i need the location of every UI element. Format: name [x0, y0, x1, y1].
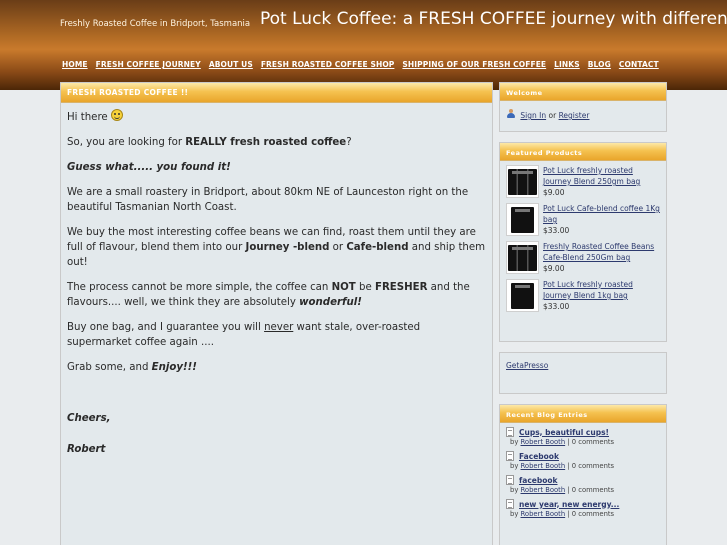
- paragraph-roastery: We are a small roastery in Bridport, abo…: [67, 187, 469, 213]
- smiley-icon: [110, 109, 123, 121]
- product-link[interactable]: Pot Luck Cafe-blend coffee 1Kg bag: [543, 204, 660, 224]
- product-image[interactable]: [506, 241, 539, 274]
- product-link[interactable]: Freshly Roasted Coffee Beans Cafe-Blend …: [543, 242, 654, 262]
- author-link[interactable]: Robert Booth: [521, 510, 566, 518]
- blog-entry-link[interactable]: new year, new energy...: [519, 500, 619, 509]
- author-link[interactable]: Robert Booth: [521, 462, 566, 470]
- sign-in-link[interactable]: Sign In: [520, 111, 546, 120]
- blog-entry: new year, new energy... by Robert Booth …: [506, 499, 660, 520]
- blog-entry-link[interactable]: Facebook: [519, 452, 559, 461]
- paragraph-guarantee: Buy one bag, and I guarantee you will ne…: [67, 322, 421, 348]
- author-link[interactable]: Robert Booth: [521, 438, 566, 446]
- nav-about-us[interactable]: ABOUT US: [209, 60, 253, 69]
- paragraph-cheers: Cheers,: [67, 413, 111, 424]
- paragraph-signature: Robert: [67, 444, 106, 455]
- welcome-box: Welcome Sign In or Register: [499, 82, 667, 132]
- site-tagline: Freshly Roasted Coffee in Bridport, Tasm…: [60, 19, 251, 29]
- nav-coffee-shop[interactable]: FRESH ROASTED COFFEE SHOP: [261, 60, 395, 69]
- paragraph-greeting: Hi there: [67, 109, 486, 125]
- site-title[interactable]: Pot Luck Coffee: a FRESH COFFEE journey …: [260, 9, 727, 29]
- nav-links[interactable]: LINKS: [554, 60, 580, 69]
- blog-entry-link[interactable]: facebook: [519, 476, 558, 485]
- paragraph-process: The process cannot be more simple, the c…: [67, 282, 470, 308]
- paragraph-enjoy: Grab some, and Enjoy!!!: [67, 362, 197, 373]
- getapresso-link[interactable]: GetaPresso: [506, 361, 548, 370]
- blog-entry-link[interactable]: Cups, beautiful cups!: [519, 428, 609, 437]
- product-price: $33.00: [543, 226, 570, 235]
- product-image[interactable]: [506, 165, 539, 198]
- product-price: $9.00: [543, 264, 565, 273]
- product-item: Pot Luck Cafe-blend coffee 1Kg bag $33.00: [506, 203, 660, 236]
- author-link[interactable]: Robert Booth: [521, 486, 566, 494]
- nav-contact[interactable]: CONTACT: [619, 60, 659, 69]
- register-link[interactable]: Register: [559, 111, 590, 120]
- document-icon: [506, 475, 514, 485]
- paragraph-beans: We buy the most interesting coffee beans…: [67, 227, 486, 268]
- product-link[interactable]: Pot Luck freshly roasted Journey Blend 1…: [543, 280, 633, 300]
- main-content-box: FRESH ROASTED COFFEE !! Hi there So, you…: [60, 82, 493, 545]
- blog-entry: Facebook by Robert Booth | 0 comments: [506, 451, 660, 472]
- nav-fresh-coffee-journey[interactable]: FRESH COFFEE JOURNEY: [96, 60, 201, 69]
- product-item: Freshly Roasted Coffee Beans Cafe-Blend …: [506, 241, 660, 274]
- nav-home[interactable]: HOME: [62, 60, 88, 69]
- document-icon: [506, 427, 514, 437]
- product-price: $9.00: [543, 188, 565, 197]
- document-icon: [506, 451, 514, 461]
- blog-entry: facebook by Robert Booth | 0 comments: [506, 475, 660, 496]
- paragraph-intro: So, you are looking for REALLY fresh roa…: [67, 137, 352, 148]
- product-item: Pot Luck freshly roasted Journey Blend 2…: [506, 165, 660, 198]
- product-item: Pot Luck freshly roasted Journey Blend 1…: [506, 279, 660, 312]
- main-nav: HOME FRESH COFFEE JOURNEY ABOUT US FRESH…: [62, 60, 667, 69]
- blog-heading: Recent Blog Entries: [500, 405, 666, 423]
- main-heading: FRESH ROASTED COFFEE !!: [61, 83, 492, 103]
- product-image[interactable]: [506, 203, 539, 236]
- document-icon: [506, 499, 514, 509]
- product-image[interactable]: [506, 279, 539, 312]
- product-link[interactable]: Pot Luck freshly roasted Journey Blend 2…: [543, 166, 640, 186]
- nav-blog[interactable]: BLOG: [588, 60, 611, 69]
- user-icon: [506, 109, 516, 119]
- nav-shipping[interactable]: SHIPPING OF OUR FRESH COFFEE: [402, 60, 546, 69]
- paragraph-guess: Guess what..... you found it!: [67, 162, 231, 173]
- site-header: Freshly Roasted Coffee in Bridport, Tasm…: [0, 0, 727, 90]
- recent-blog-box: Recent Blog Entries Cups, beautiful cups…: [499, 404, 667, 545]
- featured-products-box: Featured Products Pot Luck freshly roast…: [499, 142, 667, 342]
- product-price: $33.00: [543, 302, 570, 311]
- welcome-heading: Welcome: [500, 83, 666, 101]
- featured-heading: Featured Products: [500, 143, 666, 161]
- article-body: Hi there So, you are looking for REALLY …: [61, 103, 492, 545]
- getapresso-box: GetaPresso: [499, 352, 667, 394]
- blog-entry: Cups, beautiful cups! by Robert Booth | …: [506, 427, 660, 448]
